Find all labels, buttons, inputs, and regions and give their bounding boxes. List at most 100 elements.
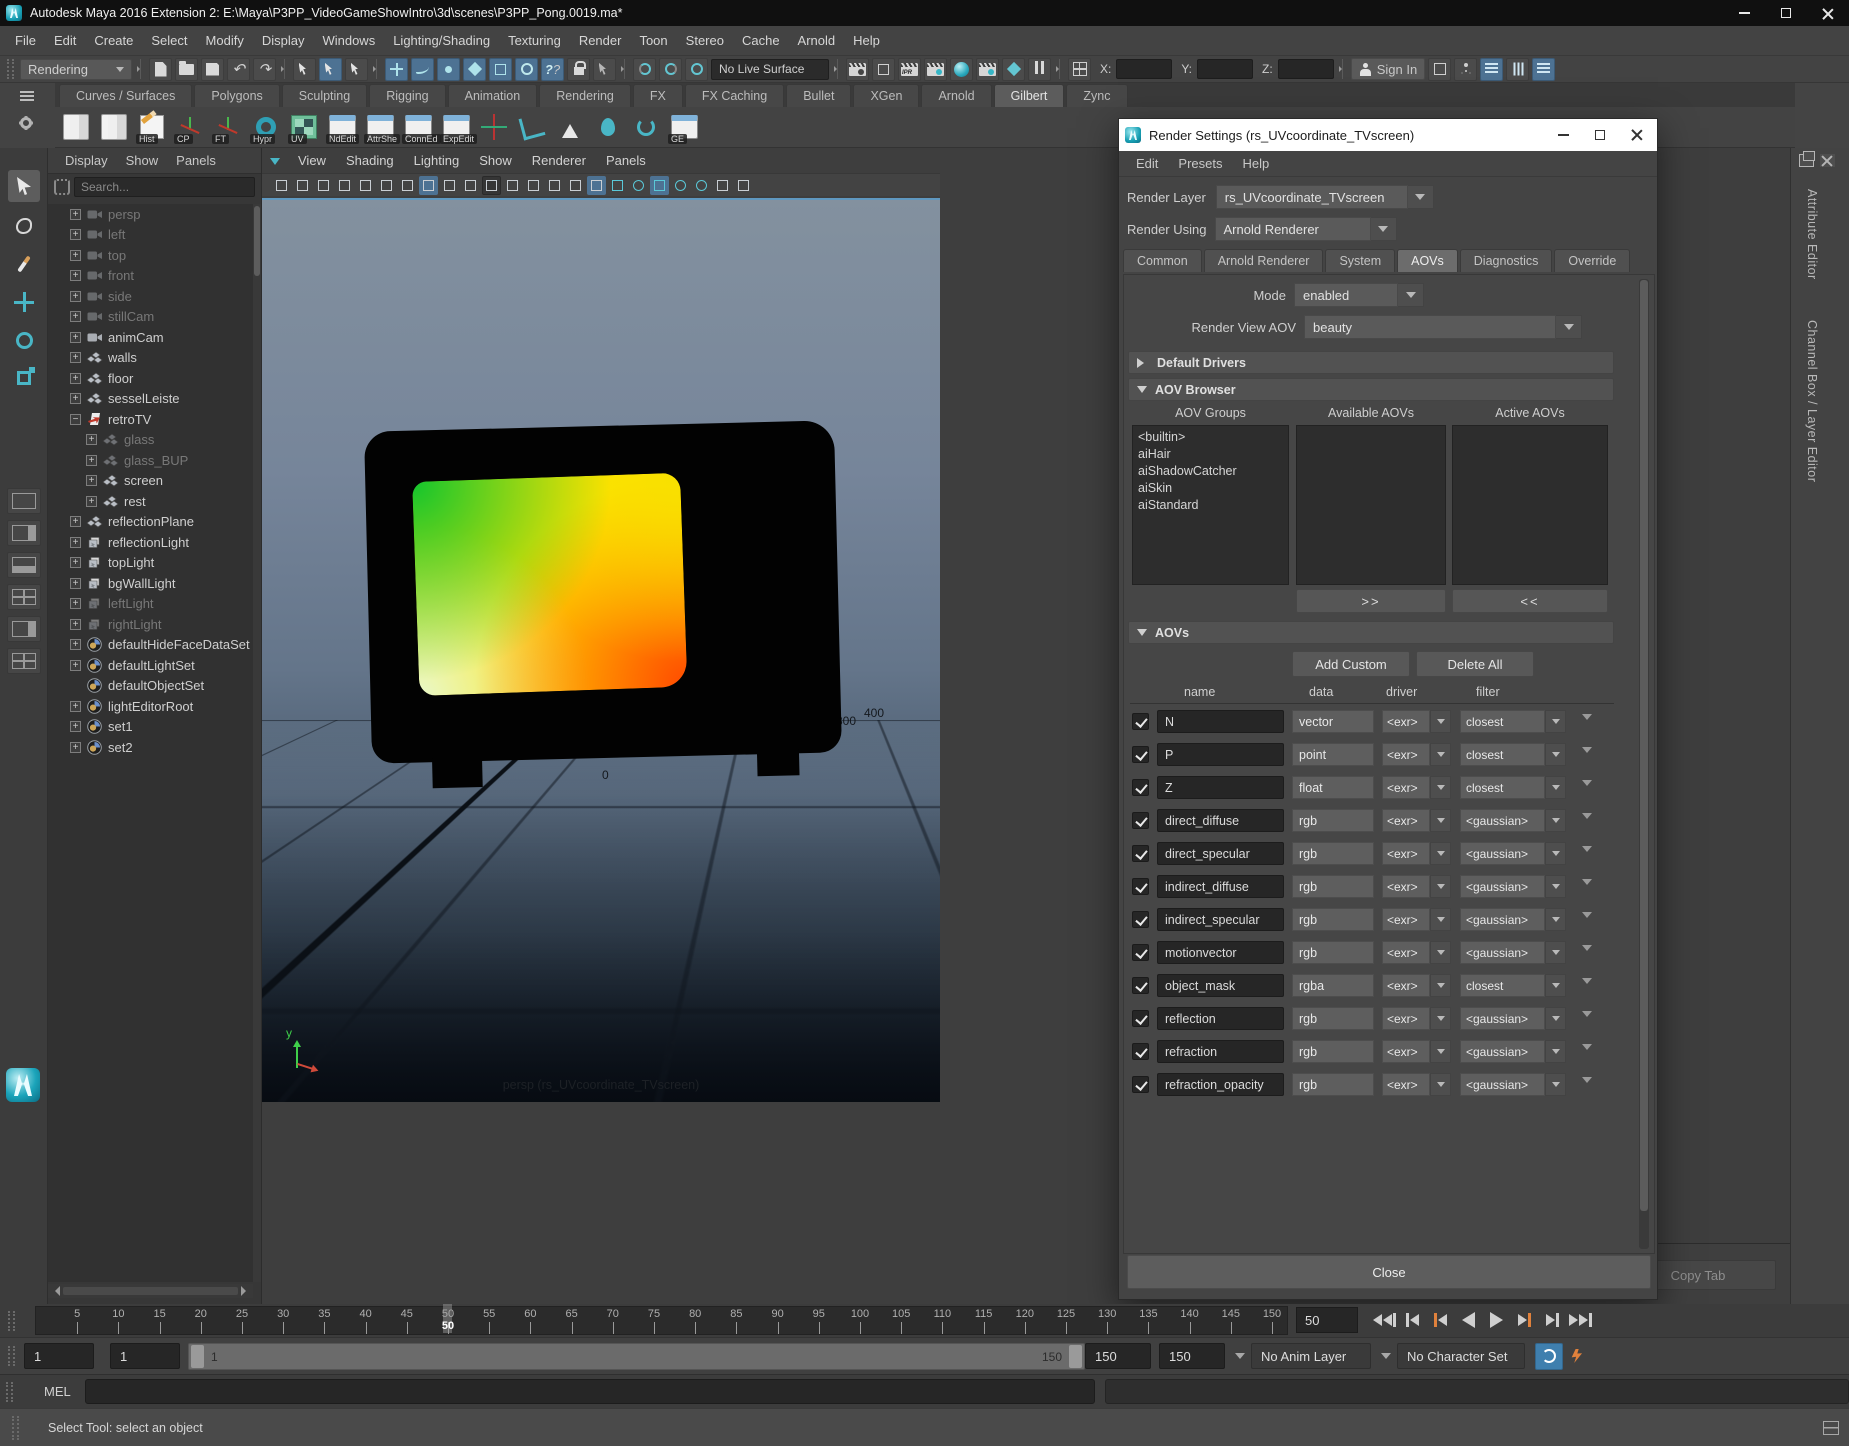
- chevron-down-icon[interactable]: [1430, 809, 1451, 832]
- dialog-menu-item[interactable]: Presets: [1169, 153, 1231, 174]
- outliner-item[interactable]: + glass_BUP: [48, 450, 253, 471]
- render-setup-button[interactable]: [950, 58, 973, 81]
- outliner-menu-item[interactable]: Panels: [169, 151, 223, 170]
- aov-driver-field[interactable]: <exr>: [1382, 1073, 1430, 1096]
- go-to-start-button[interactable]: [1372, 1307, 1396, 1333]
- shelf-item[interactable]: ExpEdit: [439, 110, 473, 144]
- shadows-icon[interactable]: [650, 176, 669, 195]
- aov-filter-dropdown[interactable]: <gaussian>: [1460, 1007, 1545, 1030]
- aov-data-field[interactable]: rgb: [1292, 1007, 1374, 1030]
- expand-toggle-icon[interactable]: +: [70, 578, 81, 589]
- construction-history-icon[interactable]: [685, 58, 708, 81]
- outliner-item[interactable]: + reflectionLight: [48, 532, 253, 553]
- outliner-item[interactable]: + rest: [48, 491, 253, 512]
- outliner-item[interactable]: + lightEditorRoot: [48, 696, 253, 717]
- shelf-menu-icon[interactable]: [20, 91, 34, 93]
- aov-enabled-checkbox[interactable]: [1132, 1076, 1149, 1093]
- row-options-icon[interactable]: [1582, 714, 1592, 725]
- dialog-titlebar[interactable]: Render Settings (rs_UVcoordinate_TVscree…: [1119, 119, 1657, 151]
- dialog-minimize-icon[interactable]: [1558, 134, 1569, 136]
- shelf-item[interactable]: AttrShe: [363, 110, 397, 144]
- play-backwards-button[interactable]: [1456, 1307, 1480, 1333]
- screen-space-ao-icon[interactable]: [671, 176, 690, 195]
- select-object-icon[interactable]: [319, 58, 342, 81]
- row-options-icon[interactable]: [1582, 912, 1592, 923]
- aov-driver-field[interactable]: <exr>: [1382, 842, 1430, 865]
- expand-toggle-icon[interactable]: +: [86, 434, 97, 445]
- outliner-menu-item[interactable]: Display: [58, 151, 115, 170]
- channel-box-toggle-icon[interactable]: [1532, 58, 1555, 81]
- expand-toggle-icon[interactable]: +: [70, 598, 81, 609]
- viewport-menu-item[interactable]: Renderer: [522, 150, 596, 171]
- aov-data-field[interactable]: rgb: [1292, 842, 1374, 865]
- four-pane-layout-button[interactable]: [7, 584, 41, 610]
- shelf-item[interactable]: CP: [173, 110, 207, 144]
- menu-item[interactable]: Create: [85, 29, 142, 52]
- chevron-down-icon[interactable]: [1430, 908, 1451, 931]
- chevron-down-icon[interactable]: [1430, 1007, 1451, 1030]
- save-scene-button[interactable]: [201, 58, 224, 81]
- chevron-down-icon[interactable]: [1430, 842, 1451, 865]
- animation-preferences-icon[interactable]: [1563, 1343, 1591, 1370]
- scroll-right-icon[interactable]: [241, 1286, 251, 1296]
- mode-dropdown[interactable]: enabled: [1294, 283, 1398, 307]
- expand-toggle-icon[interactable]: +: [86, 475, 97, 486]
- camera-attributes-icon[interactable]: [314, 176, 333, 195]
- float-panel-icon[interactable]: [1799, 154, 1814, 167]
- dialog-close-icon[interactable]: [1631, 129, 1643, 141]
- expand-toggle-icon[interactable]: +: [70, 619, 81, 630]
- outliner-item[interactable]: + side: [48, 286, 253, 307]
- render-view-aov-dropdown[interactable]: beauty: [1304, 315, 1556, 339]
- tab-channel-box-layer-editor[interactable]: Channel Box / Layer Editor: [1805, 320, 1819, 482]
- maximize-button[interactable]: [1765, 0, 1807, 26]
- chevron-down-icon[interactable]: [1430, 776, 1451, 799]
- menu-item[interactable]: Windows: [313, 29, 384, 52]
- aov-filter-dropdown[interactable]: <gaussian>: [1460, 908, 1545, 931]
- delete-all-button[interactable]: Delete All: [1416, 651, 1534, 677]
- row-options-icon[interactable]: [1582, 978, 1592, 989]
- outliner-item[interactable]: + set1: [48, 717, 253, 738]
- expand-toggle-icon[interactable]: +: [70, 393, 81, 404]
- close-dialog-button[interactable]: Close: [1127, 1255, 1651, 1289]
- outliner-item[interactable]: + defaultLightSet: [48, 655, 253, 676]
- shelf-tab[interactable]: Curves / Surfaces: [59, 84, 192, 107]
- expand-toggle-icon[interactable]: +: [70, 311, 81, 322]
- aov-browser-section[interactable]: AOV Browser: [1128, 378, 1614, 401]
- dialog-tab[interactable]: AOVs: [1397, 249, 1458, 272]
- dialog-tab[interactable]: Arnold Renderer: [1204, 249, 1324, 272]
- render-settings-button[interactable]: [924, 58, 947, 81]
- aovs-section[interactable]: AOVs: [1128, 621, 1614, 644]
- aov-group-item[interactable]: aiHair: [1138, 446, 1283, 463]
- row-options-icon[interactable]: [1582, 1077, 1592, 1088]
- aov-filter-dropdown[interactable]: <gaussian>: [1460, 842, 1545, 865]
- auto-keyframe-toggle[interactable]: [1535, 1343, 1563, 1370]
- outliner-item[interactable]: + front: [48, 266, 253, 287]
- mel-label[interactable]: MEL: [44, 1384, 71, 1399]
- expand-toggle-icon[interactable]: +: [70, 352, 81, 363]
- range-start-handle[interactable]: [191, 1345, 204, 1368]
- shelf-item[interactable]: NdEdit: [325, 110, 359, 144]
- anim-layer-dropdown[interactable]: No Anim Layer: [1251, 1343, 1371, 1369]
- tab-attribute-editor[interactable]: Attribute Editor: [1805, 189, 1819, 280]
- aov-filter-dropdown[interactable]: closest: [1460, 974, 1545, 997]
- aov-group-item[interactable]: aiStandard: [1138, 497, 1283, 514]
- highlight-selection-icon[interactable]: [593, 58, 616, 81]
- outliner-item[interactable]: + top: [48, 245, 253, 266]
- wireframe-icon[interactable]: [566, 176, 585, 195]
- outliner-item[interactable]: + floor: [48, 368, 253, 389]
- chevron-down-icon[interactable]: [1430, 974, 1451, 997]
- aov-driver-field[interactable]: <exr>: [1382, 875, 1430, 898]
- aov-data-field[interactable]: rgb: [1292, 875, 1374, 898]
- outliner-item[interactable]: + bgWallLight: [48, 573, 253, 594]
- grease-pencil-icon[interactable]: [398, 176, 417, 195]
- step-forward-frame-button[interactable]: [1540, 1307, 1564, 1333]
- dialog-menu-item[interactable]: Help: [1233, 153, 1278, 174]
- aov-enabled-checkbox[interactable]: [1132, 746, 1149, 763]
- dialog-maximize-icon[interactable]: [1595, 130, 1605, 140]
- input-connections-icon[interactable]: [633, 58, 656, 81]
- row-options-icon[interactable]: [1582, 846, 1592, 857]
- step-forward-key-button[interactable]: [1512, 1307, 1536, 1333]
- attribute-editor-toggle-icon[interactable]: [1480, 58, 1503, 81]
- row-options-icon[interactable]: [1582, 945, 1592, 956]
- use-all-lights-icon[interactable]: [629, 176, 648, 195]
